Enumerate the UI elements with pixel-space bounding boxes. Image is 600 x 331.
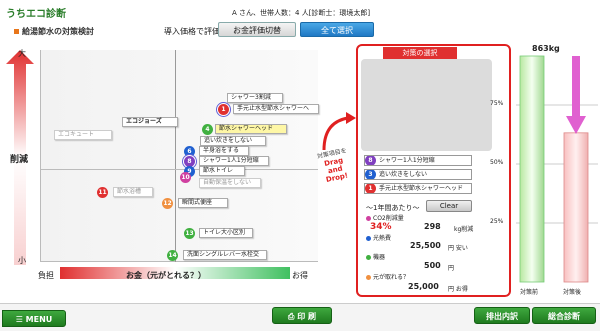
axis-top-label: 大: [18, 49, 26, 58]
axis-reduction-label: 削減: [10, 155, 29, 165]
measure-handstop-shower[interactable]: 手元止水型節水シャワーヘ: [233, 104, 319, 114]
measure-half-bath[interactable]: 半身浴をする: [199, 146, 249, 156]
tick-75: 75%: [490, 100, 504, 107]
measure-shower-30[interactable]: シャワー3割減: [227, 93, 283, 103]
payback-unit: 円 お得: [448, 286, 468, 293]
marker-13[interactable]: 13: [184, 228, 195, 239]
selected-item-label: シャワー1人1分短縮: [379, 157, 435, 164]
heat-label-text: 光熱費: [373, 235, 392, 242]
app-title: うちエコ診断: [6, 9, 66, 20]
plot-center-line: [175, 50, 176, 262]
device-label: 機器: [366, 252, 385, 261]
heat-unit: 円 安い: [448, 245, 468, 252]
page-subtitle: 給湯節水の対策検討: [14, 26, 94, 37]
marker-11[interactable]: 11: [97, 187, 108, 198]
bar-before: [519, 55, 545, 283]
orange-square-icon: [14, 29, 19, 34]
heat-value: 25,500: [410, 241, 441, 250]
measure-eco-cute[interactable]: エコキュート: [54, 130, 112, 140]
payback-value: 25,000: [408, 282, 439, 291]
co2-unit: kg削減: [454, 226, 474, 233]
axis-burden-label: 負担: [38, 271, 54, 280]
payback-label: 元が取れる？: [366, 272, 409, 281]
selected-item[interactable]: 3 追い炊きをしない: [364, 169, 472, 180]
marker-4[interactable]: 4: [202, 124, 213, 135]
marker-14[interactable]: 14: [167, 250, 178, 261]
printer-icon: ⎙: [288, 312, 298, 321]
co2-value: 298: [424, 222, 441, 231]
device-unit: 円: [448, 265, 455, 272]
measure-eco-jozu[interactable]: エコジョーズ: [122, 117, 178, 127]
selected-marker: 3: [365, 170, 376, 179]
axis-bottom-label: 小: [18, 256, 26, 265]
payback-dot-icon: [366, 275, 371, 280]
menu-label: MENU: [25, 315, 53, 324]
measure-single-lever[interactable]: 洗面シングルレバー水栓交: [183, 250, 267, 260]
plot-horizontal-line: [40, 169, 318, 170]
device-dot-icon: [366, 255, 371, 260]
co2-dot-icon: [366, 216, 371, 221]
subtitle-text: 給湯節水の対策検討: [22, 27, 94, 36]
compare-chart: [516, 55, 598, 283]
selected-item[interactable]: 8 シャワー1人1分短縮: [364, 155, 472, 166]
selected-item[interactable]: 1 手元止水型節水シャワーヘッド: [364, 183, 472, 194]
payback-label-text: 元が取れる？: [373, 274, 410, 281]
reduction-arrow-icon: [566, 116, 586, 134]
measure-no-reheat[interactable]: 追い炊きをしない: [200, 136, 266, 146]
print-label: 印 刷: [297, 312, 316, 321]
overall-diagnosis-button[interactable]: 総合診断: [532, 307, 596, 324]
axis-money-label: お金（元がとれる？）: [126, 271, 206, 280]
selected-item-label: 手元止水型節水シャワーヘッド: [379, 185, 464, 192]
heat-dot-icon: [366, 236, 371, 241]
selected-marker: 1: [365, 184, 376, 193]
panel-title: 対策の選択: [383, 47, 457, 59]
selected-marker: 8: [365, 156, 376, 165]
measure-toilet-lever[interactable]: トイレ大小区別: [199, 228, 253, 238]
yearly-label: ～1年間あたり～: [366, 204, 420, 212]
menu-button[interactable]: ☰ MENU: [2, 310, 66, 327]
co2-percent: 34%: [370, 222, 392, 232]
after-label: 対策後: [563, 289, 582, 296]
measure-no-auto-warm[interactable]: 自動保温をしない: [199, 178, 261, 188]
tick-25: 25%: [490, 218, 504, 225]
selected-item-label: 追い炊きをしない: [379, 171, 428, 178]
device-value: 500: [424, 261, 441, 270]
axis-profit-label: お得: [292, 271, 308, 280]
measure-saving-bathtub[interactable]: 節水浴槽: [113, 187, 153, 197]
reduction-arrow-shaft: [572, 56, 580, 116]
marker-1[interactable]: 1: [218, 104, 229, 115]
money-toggle-button[interactable]: お金評価切替: [218, 22, 296, 37]
emission-breakdown-button[interactable]: 排出内訳: [474, 307, 530, 324]
measures-plot: [40, 50, 318, 262]
clear-button[interactable]: Clear: [426, 200, 472, 212]
measure-saving-toilet[interactable]: 節水トイレ: [199, 166, 245, 176]
eval-label: 導入価格で評価: [164, 27, 220, 36]
tick-50: 50%: [490, 159, 504, 166]
measure-shower-1min[interactable]: シャワー1人1分短縮: [199, 156, 269, 166]
print-button[interactable]: ⎙ 印 刷: [272, 307, 332, 324]
co2-label-text: CO2削減量: [373, 215, 404, 222]
measure-saving-showerhead[interactable]: 節水シャワーヘッド: [215, 124, 287, 134]
measure-instant-seat[interactable]: 瞬間式便座: [178, 198, 228, 208]
select-all-button[interactable]: 全て選択: [300, 22, 374, 37]
user-info: A さん、世帯人数：4 人[診断士：環境太郎]: [232, 9, 371, 17]
marker-10[interactable]: 10: [180, 172, 191, 183]
hamburger-icon: ☰: [15, 315, 26, 324]
before-label: 対策前: [520, 289, 539, 296]
device-label-text: 機器: [373, 254, 386, 261]
heat-label: 光熱費: [366, 233, 391, 242]
bar-after: [563, 132, 589, 283]
drop-zone[interactable]: [361, 59, 492, 151]
marker-12[interactable]: 12: [162, 198, 173, 209]
co2-label: CO2削減量: [366, 213, 404, 222]
